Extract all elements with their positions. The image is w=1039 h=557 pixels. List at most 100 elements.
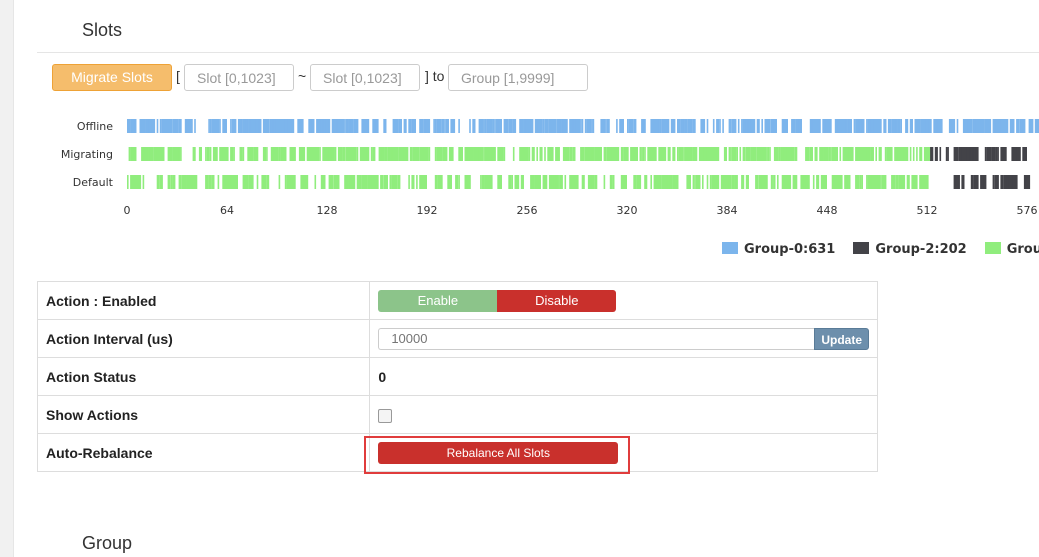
chart-slot-mark xyxy=(855,175,860,189)
chart-slot-mark xyxy=(434,147,437,161)
chart-slot-mark xyxy=(961,147,965,161)
chart-slot-mark xyxy=(683,119,685,133)
chart-slot-mark xyxy=(753,119,756,133)
chart-slot-mark xyxy=(977,147,979,161)
chart-slot-mark xyxy=(900,119,902,133)
legend-label: Group-2:202 xyxy=(875,242,967,257)
chart-slot-mark xyxy=(895,119,898,133)
chart-slot-mark xyxy=(939,147,942,161)
chart-slot-mark xyxy=(259,119,262,133)
chart-slot-mark xyxy=(377,175,379,189)
chart-slot-mark xyxy=(441,119,445,133)
chart-slot-mark xyxy=(573,147,576,161)
chart-slot-mark xyxy=(159,175,163,189)
chart-slot-mark xyxy=(948,119,952,133)
chart-slot-mark xyxy=(687,119,693,133)
chart-slot-mark xyxy=(592,119,595,133)
chart-slot-mark xyxy=(847,175,849,189)
chart-slot-mark xyxy=(728,119,732,133)
chart-slot-mark xyxy=(911,175,913,189)
action-toggle: Enable Disable xyxy=(378,289,617,312)
chart-slot-mark xyxy=(275,147,277,161)
open-bracket: [ xyxy=(176,68,180,84)
chart-slot-mark xyxy=(792,175,798,189)
chart-slot-mark xyxy=(836,147,838,161)
chart-slot-mark xyxy=(178,147,181,161)
chart-slot-mark xyxy=(805,147,810,161)
chart-slot-mark xyxy=(636,175,642,189)
migrate-slots-button[interactable]: Migrate Slots xyxy=(52,64,172,91)
chart-slot-mark xyxy=(969,119,973,133)
chart-slot-mark xyxy=(778,147,781,161)
legend-item[interactable]: Group-0:631 xyxy=(722,242,835,257)
chart-slot-mark xyxy=(692,147,698,161)
chart-slot-mark xyxy=(934,119,937,133)
chart-slot-mark xyxy=(606,119,610,133)
chart-slot-mark xyxy=(217,175,220,189)
show-actions-checkbox[interactable] xyxy=(378,408,393,423)
chart-slot-mark xyxy=(247,119,249,133)
chart-slot-mark xyxy=(581,175,585,189)
chart-slot-mark xyxy=(408,175,410,189)
chart-slot-mark xyxy=(1008,175,1013,189)
chart-slot-mark xyxy=(209,147,212,161)
chart-slot-mark xyxy=(330,147,332,161)
chart-slot-mark xyxy=(542,119,545,133)
chart-slot-mark xyxy=(242,147,245,161)
chart-slot-mark xyxy=(350,119,354,133)
chart-slot-mark xyxy=(644,175,648,189)
chart-slot-mark xyxy=(467,175,470,189)
chart-slot-mark xyxy=(834,147,837,161)
slot-to-input[interactable] xyxy=(310,64,420,91)
chart-slot-mark xyxy=(175,119,177,133)
chart-slot-mark xyxy=(1023,175,1026,189)
chart-slot-mark xyxy=(641,147,643,161)
chart-slot-mark xyxy=(625,175,627,189)
chart-slot-mark xyxy=(719,119,721,133)
enable-button[interactable]: Enable xyxy=(378,289,498,312)
chart-slot-mark xyxy=(314,147,320,161)
chart-slot-mark xyxy=(366,119,368,133)
chart-slot-mark xyxy=(686,175,688,189)
chart-slot-mark xyxy=(709,175,712,189)
chart-slot-mark xyxy=(481,119,484,133)
chart-slot-mark xyxy=(483,147,485,161)
chart-slot-mark xyxy=(609,147,612,161)
chart-slot-mark xyxy=(741,119,743,133)
chart-slot-mark xyxy=(897,147,902,161)
chart-slot-mark xyxy=(777,175,779,189)
chart-slot-mark xyxy=(586,119,590,133)
target-group-input[interactable] xyxy=(448,64,588,91)
chart-slot-mark xyxy=(356,147,359,161)
legend-item[interactable]: Group-3: xyxy=(984,242,1039,257)
chart-slot-mark xyxy=(352,147,357,161)
chart-slot-mark xyxy=(642,147,645,161)
legend-item[interactable]: Group-2:202 xyxy=(853,242,967,257)
chart-slot-mark xyxy=(403,119,407,133)
chart-slot-mark xyxy=(559,175,563,189)
chart-slot-mark xyxy=(144,119,146,133)
chart-slot-mark xyxy=(761,147,767,161)
chart-slot-mark xyxy=(469,119,471,133)
slots-section-title: Slots xyxy=(82,20,123,40)
action-interval-input[interactable] xyxy=(378,327,815,350)
chart-slot-mark xyxy=(984,147,987,161)
chart-slot-mark xyxy=(375,175,377,189)
slot-from-input[interactable] xyxy=(184,64,294,91)
disable-button[interactable]: Disable xyxy=(497,289,617,312)
chart-slot-mark xyxy=(370,147,373,161)
chart-slot-mark xyxy=(500,175,502,189)
update-button[interactable]: Update xyxy=(814,327,869,350)
chart-slot-mark xyxy=(800,119,802,133)
chart-slot-mark xyxy=(284,147,287,161)
chart-slot-mark xyxy=(692,119,696,133)
chart-slot-mark xyxy=(361,175,365,189)
chart-slot-mark xyxy=(580,119,582,133)
chart-slot-mark xyxy=(1025,147,1027,161)
chart-slot-mark xyxy=(906,175,910,189)
chart-slot-mark xyxy=(169,119,171,133)
chart-slot-mark xyxy=(492,147,496,161)
chart-slot-mark xyxy=(677,147,679,161)
chart-slot-mark xyxy=(1002,147,1007,161)
chart-slot-mark xyxy=(416,175,418,189)
